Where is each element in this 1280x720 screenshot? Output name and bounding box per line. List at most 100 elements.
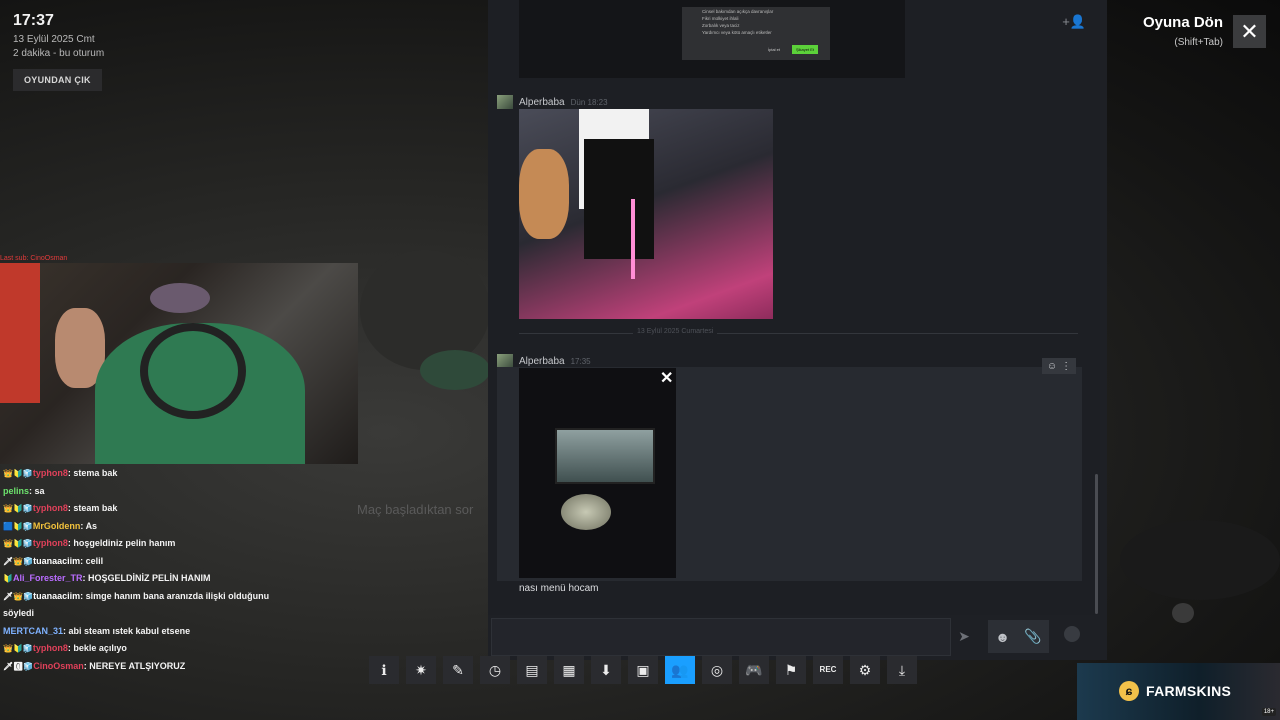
message-time: Dün 18:23 bbox=[570, 97, 608, 107]
farmskins-logo: ɕ bbox=[1119, 681, 1139, 701]
report-modal-preview: Cinsel bakımdan açıkça davranışlar Fikri… bbox=[682, 7, 830, 60]
voice-icon[interactable] bbox=[1064, 626, 1080, 642]
modal-submit: Şikayet Et bbox=[792, 45, 819, 54]
back-to-game[interactable]: Oyuna Dön (Shift+Tab) bbox=[1143, 14, 1223, 48]
chat-username[interactable]: typhon8 bbox=[33, 468, 68, 478]
chat-badges: 🔰 bbox=[3, 574, 13, 583]
screenshots-icon[interactable]: ▣ bbox=[628, 656, 658, 684]
achievements-icon[interactable]: ✷ bbox=[406, 656, 436, 684]
chat-username[interactable]: typhon8 bbox=[33, 538, 68, 548]
chat-username[interactable]: pelins bbox=[3, 486, 29, 496]
chat-image-photo[interactable] bbox=[519, 109, 773, 319]
modal-line: Cinsel bakımdan açıkça davranışlar bbox=[702, 9, 774, 14]
chat-message: steam bak bbox=[73, 503, 118, 513]
scrollbar[interactable] bbox=[1095, 474, 1098, 614]
attach-icon[interactable]: 📎 bbox=[1024, 628, 1041, 645]
date-divider bbox=[519, 333, 1078, 334]
guide-icon[interactable]: ▤ bbox=[517, 656, 547, 684]
message-text: nası menü hocam bbox=[519, 583, 599, 594]
chat-message: bekle açılıyo bbox=[73, 643, 127, 653]
chat-history: +👤 Cinsel bakımdan açıkça davranışlar Fi… bbox=[488, 0, 1100, 615]
rock-shape bbox=[420, 350, 490, 390]
exit-game-button[interactable]: OYUNDAN ÇIK bbox=[13, 69, 102, 91]
photo-figure bbox=[584, 139, 654, 259]
emoji-react-icon[interactable]: ☺ bbox=[1047, 361, 1057, 372]
chat-message: hoşgeldiniz pelin hanım bbox=[73, 538, 176, 548]
rock-shape bbox=[1120, 520, 1280, 600]
message-input[interactable] bbox=[491, 618, 951, 656]
chat-image-screenshot[interactable]: Cinsel bakımdan açıkça davranışlar Fikri… bbox=[519, 0, 905, 78]
chat-line: 🗡👑🧊tuanaaciim: simge hanım bana aranızda… bbox=[3, 588, 288, 623]
back-to-game-title: Oyuna Dön bbox=[1142, 14, 1223, 31]
chat-message: abi steam ıstek kabul etsene bbox=[68, 625, 191, 636]
modal-line: Yardımcı veya kötü amaçlı etiketler bbox=[702, 30, 772, 35]
flag-icon[interactable]: ⚑ bbox=[776, 656, 806, 684]
chat-line: 🗡🅾🧊CinoOsman: NEREYE ATLŞIYORUZ bbox=[3, 658, 288, 676]
download-icon[interactable]: ⬇ bbox=[591, 656, 621, 684]
chat-username[interactable]: MrGoldenn bbox=[33, 521, 81, 531]
game-hint-text: Maç başladıktan sor bbox=[357, 502, 474, 517]
chat-badges: 🟦🔰🧊 bbox=[3, 521, 33, 531]
info-icon[interactable]: ℹ bbox=[369, 656, 399, 684]
webcam-feed bbox=[0, 263, 358, 464]
chat-username[interactable]: typhon8 bbox=[33, 643, 68, 653]
timer-icon[interactable]: ◷ bbox=[480, 656, 510, 684]
chat-icon[interactable]: ▦ bbox=[554, 656, 584, 684]
chat-image-monitor[interactable] bbox=[519, 368, 676, 578]
chat-badges: 🗡👑🧊 bbox=[3, 591, 34, 601]
browser-icon[interactable]: ◎ bbox=[702, 656, 732, 684]
overlay-toolbar: ℹ ✷ ✎ ◷ ▤ ▦ ⬇ ▣ 👥 ◎ 🎮 ⚑ REC ⚙ ⤓ bbox=[369, 656, 917, 684]
avatar[interactable] bbox=[497, 354, 513, 368]
wall-panel bbox=[0, 263, 40, 403]
stream-alert: Last sub: CinoOsman bbox=[0, 255, 68, 262]
chat-username[interactable]: tuanaaciim bbox=[33, 591, 80, 601]
avatar[interactable] bbox=[497, 95, 513, 109]
chat-message: HOŞGELDİNİZ PELİN HANIM bbox=[88, 573, 211, 583]
chat-line: 🗡👑🧊tuanaaciim: celil bbox=[3, 553, 288, 571]
plate-shape bbox=[561, 494, 611, 530]
message-author[interactable]: Alperbaba bbox=[519, 97, 565, 108]
rock-shape bbox=[1172, 603, 1194, 623]
chat-username[interactable]: Ali_Forester_TR bbox=[13, 573, 83, 583]
chat-username[interactable]: CinoOsman bbox=[33, 661, 84, 671]
chat-line: 👑🔰🧊typhon8: stema bak bbox=[3, 465, 288, 483]
more-options-icon[interactable]: ⋮ bbox=[1061, 361, 1071, 372]
chat-line: pelins: sa bbox=[3, 483, 288, 501]
desk-lamp bbox=[150, 283, 210, 313]
steam-chat-panel: +👤 Cinsel bakımdan açıkça davranışlar Fi… bbox=[488, 0, 1107, 660]
chat-message: NEREYE ATLŞIYORUZ bbox=[89, 660, 186, 671]
headphones-shape bbox=[140, 323, 246, 419]
chat-line: 👑🔰🧊typhon8: steam bak bbox=[3, 500, 288, 518]
session-duration: 2 dakika - bu oturum bbox=[13, 48, 105, 59]
dock-icon[interactable]: ⤓ bbox=[887, 656, 917, 684]
chat-message: As bbox=[85, 520, 98, 531]
session-info: 17:37 13 Eylül 2025 Cmt 2 dakika - bu ot… bbox=[13, 12, 104, 91]
chat-line: MERTCAN_31: abi steam ıstek kabul etsene bbox=[3, 623, 288, 641]
notes-icon[interactable]: ✎ bbox=[443, 656, 473, 684]
send-icon[interactable]: ➤ bbox=[953, 622, 975, 650]
message-author[interactable]: Alperbaba bbox=[519, 356, 565, 367]
chat-line: 🟦🔰🧊MrGoldenn: As bbox=[3, 518, 288, 536]
chat-username[interactable]: tuanaaciim bbox=[33, 556, 80, 566]
add-user-icon[interactable]: +👤 bbox=[1062, 14, 1086, 30]
message-actions: ☺ ⋮ bbox=[1042, 358, 1076, 374]
chat-username[interactable]: MERTCAN_31 bbox=[3, 626, 63, 636]
chat-line: 🔰Ali_Forester_TR: HOŞGELDİNİZ PELİN HANI… bbox=[3, 570, 288, 588]
settings-icon[interactable]: ⚙ bbox=[850, 656, 880, 684]
record-icon[interactable]: REC bbox=[813, 656, 843, 684]
monitor-shape bbox=[555, 428, 655, 484]
modal-line: Fikri mülkiyet ihlali bbox=[702, 16, 739, 21]
friends-icon[interactable]: 👥 bbox=[665, 656, 695, 684]
farmskins-ad[interactable]: ɕ FARMSKINS 18+ bbox=[1077, 663, 1280, 720]
close-icon[interactable]: ✕ bbox=[660, 368, 673, 388]
chat-username[interactable]: typhon8 bbox=[33, 503, 68, 513]
emoji-icon[interactable]: ☻ bbox=[995, 629, 1010, 645]
chat-badges: 👑🔰🧊 bbox=[3, 469, 33, 478]
clock: 17:37 bbox=[13, 12, 54, 29]
controller-icon[interactable]: 🎮 bbox=[739, 656, 769, 684]
chat-line: 👑🔰🧊typhon8: hoşgeldiniz pelin hanım bbox=[3, 535, 288, 553]
close-overlay-button[interactable]: ✕ bbox=[1233, 15, 1266, 48]
chat-message: stema bak bbox=[73, 468, 118, 478]
ad-brand: FARMSKINS bbox=[1146, 683, 1232, 699]
chat-badges: 👑🔰🧊 bbox=[3, 644, 33, 653]
